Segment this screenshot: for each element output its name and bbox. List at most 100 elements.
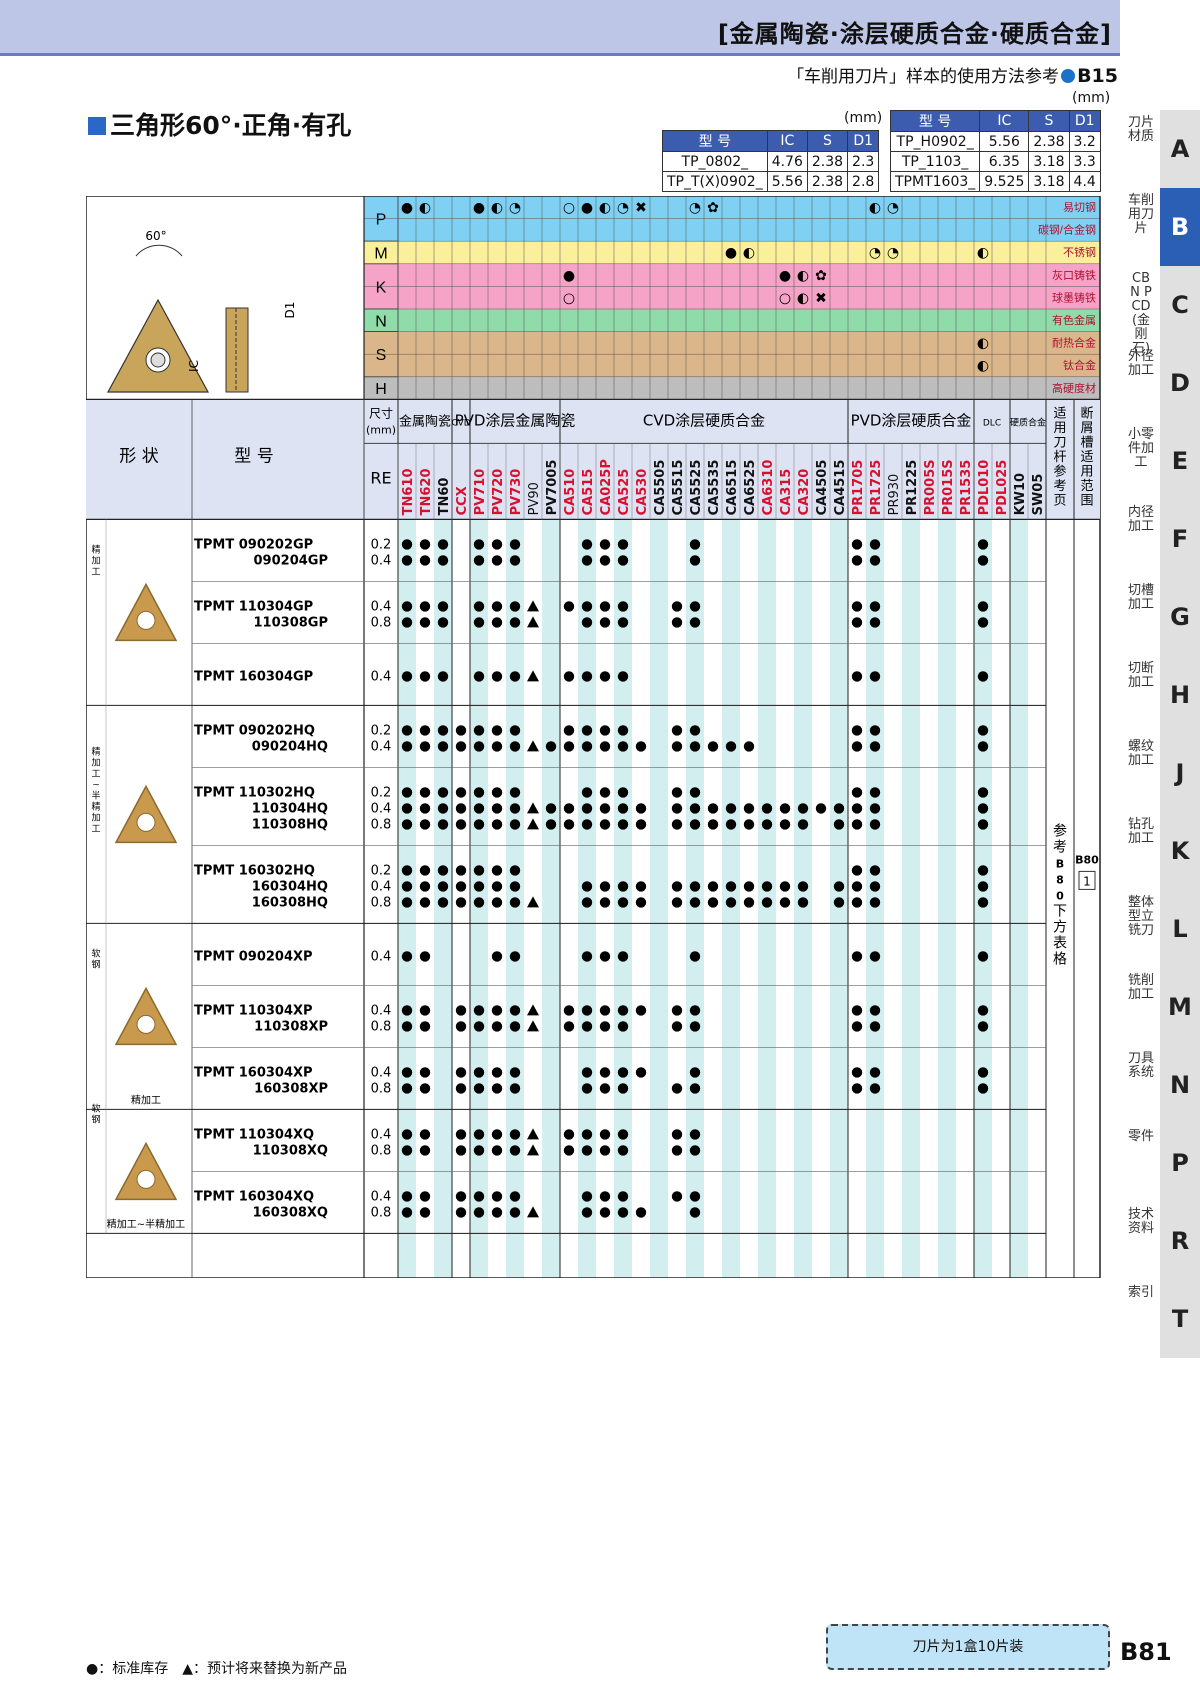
stock-dot bbox=[617, 671, 629, 682]
grade-name: CCX bbox=[455, 486, 470, 515]
grade-column-bg bbox=[938, 519, 956, 1278]
section-title-text: 三角形60°·正角·有孔 bbox=[110, 111, 352, 140]
stock-dot bbox=[473, 865, 485, 876]
side-tab-L[interactable]: 整体型立铣刀 L bbox=[1128, 890, 1200, 968]
side-tab-J[interactable]: 螺纹加工 J bbox=[1128, 734, 1200, 812]
stock-dot bbox=[491, 741, 503, 752]
stock-dot bbox=[455, 741, 467, 752]
stock-dot bbox=[851, 787, 863, 798]
grade-name: CA5505 bbox=[653, 460, 668, 516]
side-tab-F[interactable]: 内径加工 F bbox=[1128, 500, 1200, 578]
stock-dot bbox=[599, 741, 611, 752]
material-name: 碳钢/合金钢 bbox=[1038, 223, 1096, 237]
grade-name: CA6515 bbox=[725, 460, 740, 516]
material-code: K bbox=[376, 279, 387, 296]
stock-dot bbox=[473, 601, 485, 612]
side-tab-A[interactable]: 刀片材质 A bbox=[1128, 110, 1200, 188]
stock-dot bbox=[455, 1191, 467, 1202]
stock-dot bbox=[473, 1191, 485, 1202]
shape-category-char: 钢 bbox=[91, 1113, 100, 1125]
stock-dot bbox=[977, 725, 989, 736]
side-tab-C[interactable]: CBN PCD(金刚石) C bbox=[1128, 266, 1200, 356]
stock-dot bbox=[509, 671, 521, 682]
applicability-mark: ◐ bbox=[797, 268, 809, 284]
grade-column-bg bbox=[992, 519, 1010, 1278]
stock-dot bbox=[599, 1207, 611, 1218]
side-tab-M[interactable]: 铣削加工 M bbox=[1128, 968, 1200, 1046]
stock-dot bbox=[419, 819, 431, 830]
side-tab-P[interactable]: 零件 P bbox=[1128, 1124, 1200, 1202]
stock-dot bbox=[617, 1129, 629, 1140]
chip-range-header-char: 槽 bbox=[1080, 435, 1093, 450]
re-value: 0.2 bbox=[371, 863, 392, 878]
stock-dot bbox=[869, 617, 881, 628]
side-tab-K[interactable]: 钻孔加工 K bbox=[1128, 812, 1200, 890]
stock-dot bbox=[851, 819, 863, 830]
dim-row: TP_0802_ 4.76 2.38 2.3 bbox=[662, 151, 880, 172]
insert-top-view bbox=[106, 298, 210, 393]
side-tab-E[interactable]: 小零件加工 E bbox=[1128, 422, 1200, 500]
usage-reference-page[interactable]: B15 bbox=[1077, 65, 1118, 87]
stock-dot bbox=[851, 725, 863, 736]
stock-dot bbox=[977, 671, 989, 682]
stock-dot bbox=[869, 671, 881, 682]
material-row-bg bbox=[364, 309, 1100, 332]
shape-category-char: 软 bbox=[91, 947, 100, 959]
stock-dot bbox=[599, 1083, 611, 1094]
stock-dot bbox=[851, 617, 863, 628]
side-tab-H[interactable]: 切断加工 H bbox=[1128, 656, 1200, 734]
stock-dot bbox=[617, 803, 629, 814]
stock-dot bbox=[671, 1145, 683, 1156]
package-note: 刀片为1盒10片装 bbox=[826, 1624, 1110, 1670]
grade-name: CA5515 bbox=[671, 460, 686, 516]
grade-name: PV7005 bbox=[545, 460, 560, 516]
dim-header: S bbox=[1028, 110, 1070, 132]
stock-dot bbox=[635, 803, 647, 814]
side-tab-G[interactable]: 切槽加工 G bbox=[1128, 578, 1200, 656]
side-tab-B[interactable]: 车削用刀片 B bbox=[1128, 188, 1200, 266]
model-name: TPMT 090202HQ bbox=[194, 723, 315, 738]
side-tab-T[interactable]: 索引 T bbox=[1128, 1280, 1200, 1358]
chip-range-header-char: 用 bbox=[1080, 464, 1093, 479]
side-tab-N[interactable]: 刀具系统 N bbox=[1128, 1046, 1200, 1124]
stock-dot bbox=[617, 881, 629, 892]
stock-dot bbox=[977, 951, 989, 962]
shape-category-char: 精 bbox=[91, 800, 100, 812]
shape-category-char: ~ bbox=[92, 780, 100, 790]
side-tab-letter: J bbox=[1160, 734, 1200, 812]
stock-dot bbox=[401, 1021, 413, 1032]
header-title: [金属陶瓷·涂层硬质合金·硬质合金] bbox=[717, 20, 1112, 48]
stock-dot bbox=[599, 803, 611, 814]
side-tab-label: 刀具系统 bbox=[1128, 1051, 1155, 1080]
stock-dot bbox=[491, 1067, 503, 1078]
stock-dot bbox=[401, 741, 413, 752]
stock-dot bbox=[671, 819, 683, 830]
stock-dot bbox=[437, 725, 449, 736]
side-tab-D[interactable]: 外径加工 D bbox=[1128, 344, 1200, 422]
side-tab-label: 技术资料 bbox=[1128, 1207, 1155, 1236]
stock-dot bbox=[473, 1207, 485, 1218]
side-tab-letter: B bbox=[1160, 188, 1200, 266]
ic-label: IC bbox=[187, 360, 201, 372]
stock-dot bbox=[437, 819, 449, 830]
stock-dot bbox=[869, 741, 881, 752]
stock-dot bbox=[473, 555, 485, 566]
grade-name: CA515 bbox=[581, 469, 596, 516]
stock-dot bbox=[671, 1191, 683, 1202]
applicability-mark: ● bbox=[725, 245, 737, 261]
grade-name: CA320 bbox=[797, 469, 812, 516]
side-tab-R[interactable]: 技术资料 R bbox=[1128, 1202, 1200, 1280]
dim-cell: TP_T(X)0902_ bbox=[662, 171, 768, 192]
size-unit: (mm) bbox=[366, 423, 396, 436]
dimension-table-2: 型 号 IC S D1 TP_H0902_ 5.56 2.38 3.2 TP_1103_ 6.35… bbox=[889, 110, 1101, 192]
stock-dot bbox=[599, 819, 611, 830]
stock-dot bbox=[689, 819, 701, 830]
stock-dot bbox=[473, 803, 485, 814]
holder-ref-header-char: 页 bbox=[1053, 493, 1066, 508]
stock-dot bbox=[437, 865, 449, 876]
stock-dot bbox=[869, 819, 881, 830]
stock-dot bbox=[401, 617, 413, 628]
stock-dot bbox=[599, 539, 611, 550]
stock-dot bbox=[509, 951, 521, 962]
model-name: 110308GP bbox=[254, 615, 328, 630]
